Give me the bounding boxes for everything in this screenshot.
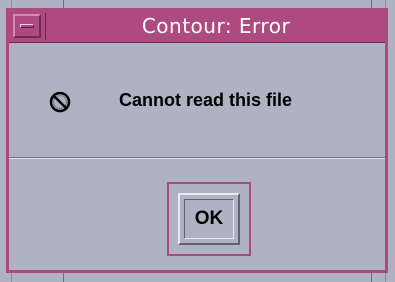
ok-button-focus-ring: OK	[167, 182, 251, 256]
window-menu-button[interactable]	[13, 14, 41, 38]
ok-button-label: OK	[184, 199, 234, 239]
error-no-entry-icon	[49, 91, 71, 113]
separator	[9, 157, 385, 159]
window-menu-icon	[20, 24, 34, 28]
title-bar[interactable]: Contour: Error	[9, 11, 385, 43]
desktop-top-edge	[0, 0, 395, 8]
window-frame-tick	[371, 0, 372, 8]
window-title: Contour: Error	[141, 14, 291, 38]
title-divider	[45, 13, 46, 40]
error-dialog: Contour: Error Cannot read this file OK	[6, 8, 388, 273]
message-area: Cannot read this file	[9, 43, 385, 156]
window-frame-tick	[63, 0, 64, 8]
error-message: Cannot read this file	[119, 90, 293, 110]
ok-button[interactable]: OK	[178, 193, 240, 245]
